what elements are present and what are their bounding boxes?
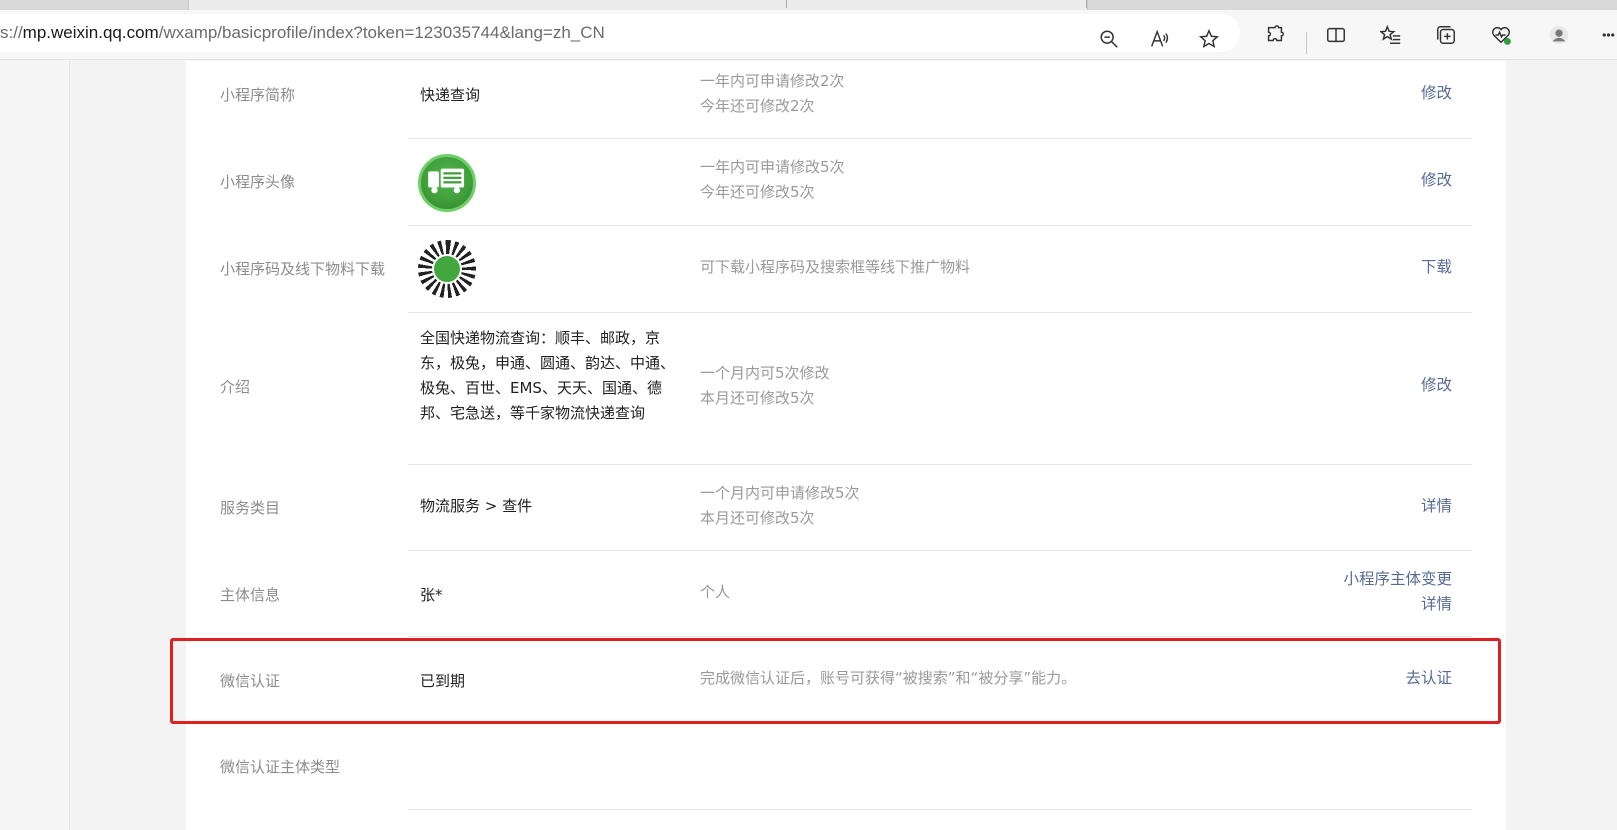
row-label: 服务类目 <box>220 499 281 517</box>
row-actions: 小程序主体变更 详情 <box>1343 567 1452 617</box>
tab-separator <box>786 0 787 8</box>
basic-profile-card: 小程序简称 快递查询 一年内可申请修改2次 今年还可修改2次 修改 小程序头像 <box>186 61 1506 830</box>
row-label: 小程序头像 <box>220 173 296 191</box>
modify-link[interactable]: 修改 <box>1421 81 1452 106</box>
tip-line: 一个月内可5次修改 <box>700 364 830 382</box>
row-tip: 一个月内可5次修改 本月还可修改5次 <box>700 361 830 411</box>
more-menu-icon[interactable] <box>1600 22 1617 48</box>
profile-row-subject-info: 主体信息 张* 个人 小程序主体变更 详情 <box>186 551 1506 637</box>
row-value: 快递查询 <box>420 86 481 104</box>
profile-row-wechat-verification: 微信认证 已到期 完成微信认证后，账号可获得“被搜索”和“被分享”能力。 去认证 <box>186 637 1506 723</box>
url-host: mp.weixin.qq.com <box>22 23 159 42</box>
delivery-truck-icon <box>428 168 465 194</box>
modify-link[interactable]: 修改 <box>1421 373 1452 398</box>
introduction-text: 全国快递物流查询：顺丰、邮政，京东，极兔，申通、圆通、韵达、中通、极兔、百世、E… <box>420 329 676 422</box>
tip-line: 一年内可申请修改5次 <box>700 158 845 176</box>
active-tab[interactable] <box>188 0 1088 10</box>
favorite-star-icon[interactable] <box>1196 26 1222 52</box>
split-screen-icon[interactable] <box>1323 22 1349 48</box>
favorites-list-icon[interactable] <box>1378 22 1404 48</box>
browser-toolbar: s://mp.weixin.qq.com/wxamp/basicprofile/… <box>0 10 1617 60</box>
zoom-out-icon[interactable] <box>1096 26 1122 52</box>
row-value: 物流服务 > 查件 <box>420 497 533 515</box>
tab-separator <box>1086 0 1087 8</box>
details-link[interactable]: 详情 <box>1343 592 1452 617</box>
left-rail <box>0 61 70 830</box>
subject-change-link[interactable]: 小程序主体变更 <box>1343 567 1452 592</box>
collections-icon[interactable] <box>1433 22 1459 48</box>
miniprogram-avatar <box>418 154 476 212</box>
row-label: 介绍 <box>220 378 251 396</box>
modify-link[interactable]: 修改 <box>1421 168 1452 193</box>
download-link[interactable]: 下载 <box>1421 255 1452 280</box>
row-tip: 一个月内可申请修改5次 本月还可修改5次 <box>700 481 860 531</box>
extensions-icon[interactable] <box>1262 22 1288 48</box>
details-link[interactable]: 详情 <box>1421 494 1452 519</box>
miniprogram-code-logo <box>432 254 462 284</box>
page-content: 小程序简称 快递查询 一年内可申请修改2次 今年还可修改2次 修改 小程序头像 <box>0 61 1617 830</box>
tip-line: 一年内可申请修改2次 <box>700 72 845 90</box>
row-tip: 一年内可申请修改5次 今年还可修改5次 <box>700 155 845 205</box>
row-tip: 完成微信认证后，账号可获得“被搜索”和“被分享”能力。 <box>700 669 1077 687</box>
read-aloud-icon[interactable] <box>1146 26 1172 52</box>
browser-essentials-icon[interactable] <box>1488 22 1514 48</box>
row-tip: 可下载小程序码及搜索框等线下推广物料 <box>700 258 971 276</box>
tip-line: 今年还可修改2次 <box>700 97 815 115</box>
row-divider <box>408 809 1472 810</box>
row-label: 微信认证 <box>220 672 281 690</box>
profile-row-introduction: 介绍 全国快递物流查询：顺丰、邮政，京东，极兔，申通、圆通、韵达、中通、极兔、百… <box>186 313 1506 465</box>
tip-line: 本月还可修改5次 <box>700 509 815 527</box>
row-tip: 一年内可申请修改2次 今年还可修改2次 <box>700 69 845 119</box>
tip-line: 本月还可修改5次 <box>700 389 815 407</box>
profile-row-service-category: 服务类目 物流服务 > 查件 一个月内可申请修改5次 本月还可修改5次 详情 <box>186 465 1506 551</box>
address-bar[interactable]: s://mp.weixin.qq.com/wxamp/basicprofile/… <box>0 14 1240 52</box>
profile-row-verification-subject-type: 微信认证主体类型 <box>186 723 1506 810</box>
url-path: /wxamp/basicprofile/index?token=12303574… <box>158 23 605 42</box>
profile-row-qrcode: 小程序码及线下物料下载 可下载小程序码及搜索框等线下推广物料 下载 <box>186 226 1506 313</box>
profile-avatar-icon[interactable] <box>1546 22 1572 48</box>
tab-strip <box>0 0 1617 10</box>
tip-line: 今年还可修改5次 <box>700 183 815 201</box>
toolbar-divider <box>1306 32 1307 54</box>
profile-row-short-name: 小程序简称 快递查询 一年内可申请修改2次 今年还可修改2次 修改 <box>186 61 1506 139</box>
tip-line: 一个月内可申请修改5次 <box>700 484 860 502</box>
row-tip: 个人 <box>700 583 731 601</box>
profile-row-avatar: 小程序头像 一年内可申请修改5次 今年还可修改5次 修改 <box>186 139 1506 226</box>
verification-status: 已到期 <box>420 672 466 690</box>
url-prefix: s:// <box>0 23 23 42</box>
row-label: 小程序简称 <box>220 86 296 104</box>
row-label: 微信认证主体类型 <box>220 758 341 776</box>
miniprogram-code <box>418 240 476 298</box>
go-verify-link[interactable]: 去认证 <box>1405 666 1452 691</box>
row-label: 小程序码及线下物料下载 <box>220 260 386 278</box>
row-label: 主体信息 <box>220 586 281 604</box>
row-value: 张* <box>420 586 443 604</box>
url-text[interactable]: s://mp.weixin.qq.com/wxamp/basicprofile/… <box>0 23 605 43</box>
